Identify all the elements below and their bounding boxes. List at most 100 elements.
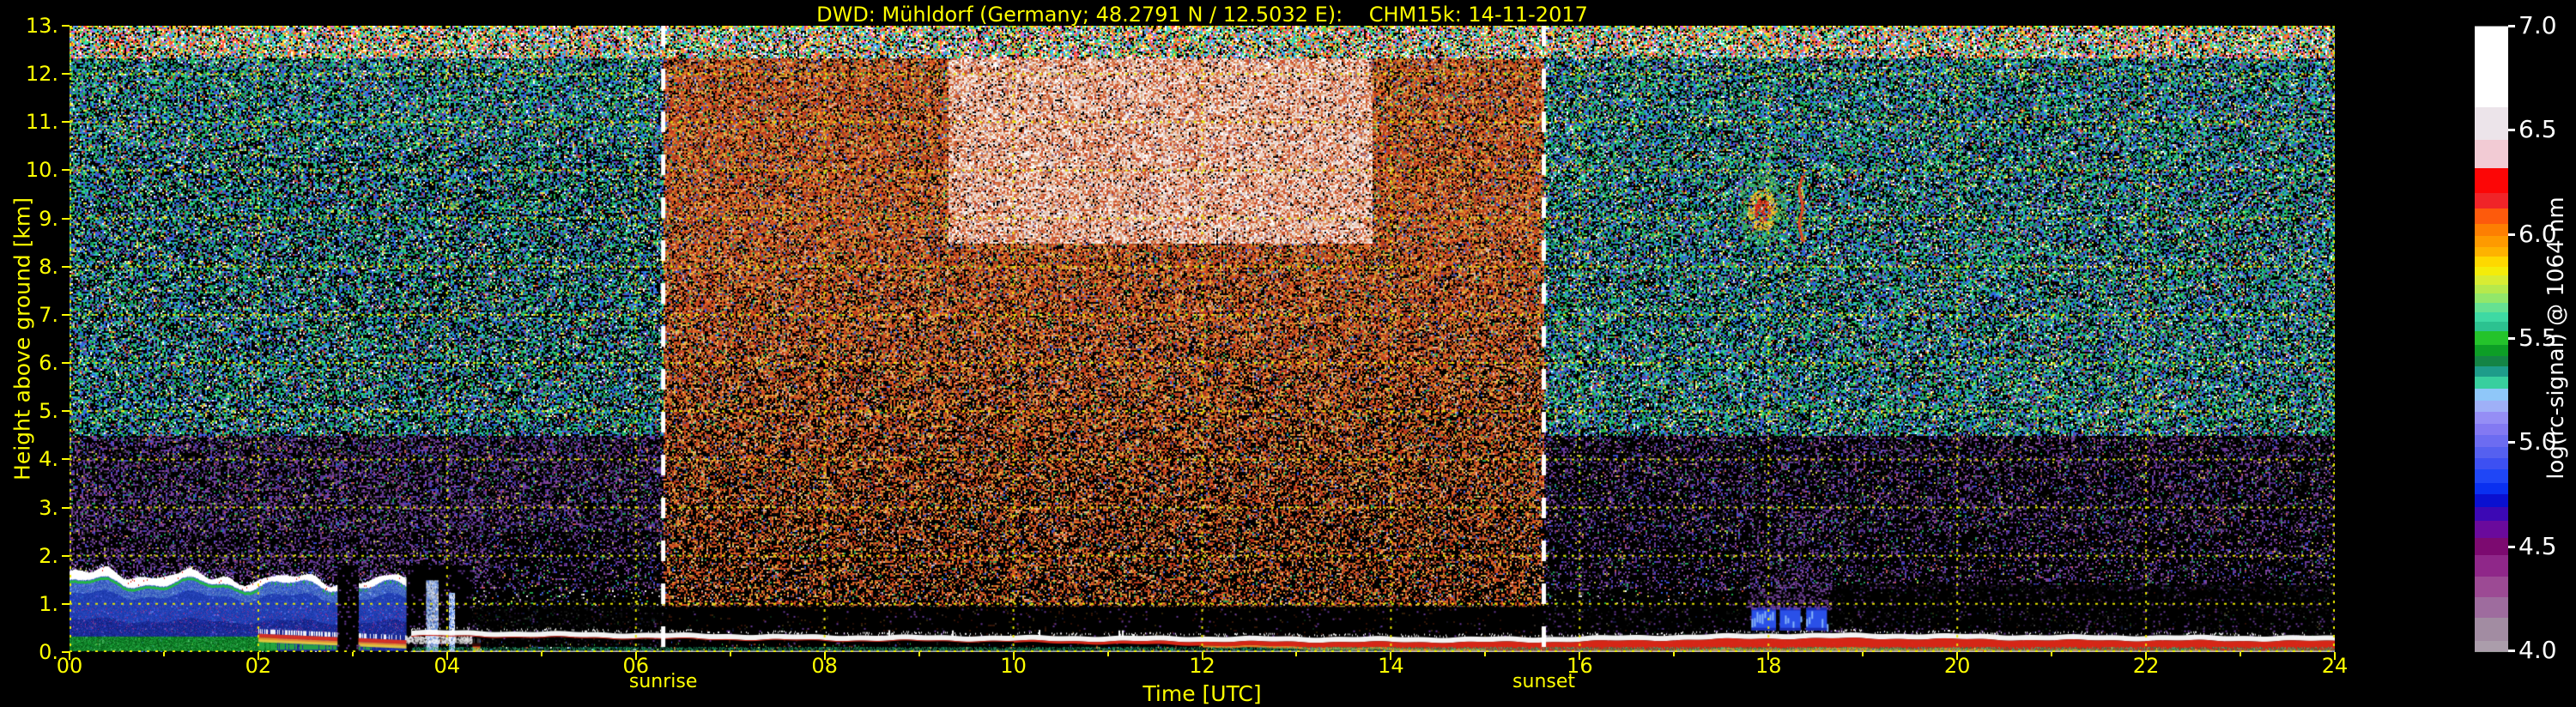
- x-minor-tickmark: [2051, 652, 2053, 656]
- x-tick-label: 10: [1000, 654, 1027, 678]
- colorbar-tick-label: 4.0: [2518, 636, 2557, 664]
- plot-title: DWD: Mühldorf (Germany; 48.2791 N / 12.5…: [816, 3, 1588, 27]
- colorbar-band: [2475, 293, 2508, 303]
- colorbar-band: [2475, 537, 2508, 556]
- y-tickmark: [62, 217, 70, 220]
- colorbar-tick-label: 4.5: [2518, 531, 2557, 560]
- colorbar-band: [2475, 388, 2508, 401]
- colorbar-band: [2475, 247, 2508, 257]
- y-tickmark: [62, 506, 70, 509]
- x-minor-tickmark: [729, 652, 731, 656]
- x-tick-label: 06: [622, 654, 650, 678]
- colorbar-band: [2475, 302, 2508, 313]
- colorbar-band: [2475, 400, 2508, 413]
- colorbar-tick-label: 6.5: [2518, 115, 2557, 144]
- x-tick-label: 00: [56, 654, 83, 678]
- x-minor-tickmark: [1862, 652, 1864, 656]
- colorbar-band: [2475, 576, 2508, 597]
- colorbar-band: [2475, 377, 2508, 389]
- x-minor-tickmark: [351, 652, 354, 656]
- colorbar-band: [2475, 235, 2508, 248]
- ceilometer-quicklook-page: { "window": {"width": 3001, "height": 82…: [0, 0, 2576, 707]
- x-axis-label: Time [UTC]: [1143, 681, 1262, 706]
- colorbar-band: [2475, 168, 2508, 193]
- y-tick-label: 9.: [39, 206, 58, 231]
- colorbar-band: [2475, 640, 2508, 652]
- colorbar-band: [2475, 208, 2508, 224]
- colorbar-band: [2475, 223, 2508, 236]
- x-tick-label: 18: [1755, 654, 1782, 678]
- colorbar-tickmark: [2508, 650, 2515, 652]
- colorbar-label: log(rc-signal) @ 1064 nm: [2543, 196, 2569, 480]
- y-tick-label: 4.: [39, 447, 58, 472]
- colorbar-band: [2475, 493, 2508, 508]
- colorbar-tickmark: [2508, 441, 2515, 444]
- colorbar-band: [2475, 446, 2508, 458]
- x-tick-label: 16: [1567, 654, 1593, 678]
- colorbar-band: [2475, 596, 2508, 618]
- colorbar-band: [2475, 330, 2508, 345]
- y-tick-label: 6.: [39, 351, 58, 376]
- y-tick-label: 12.: [25, 62, 58, 87]
- colorbar-band: [2475, 344, 2508, 357]
- y-tick-label: 8.: [39, 254, 58, 279]
- y-tickmark: [62, 554, 70, 557]
- colorbar-tickmark: [2508, 233, 2515, 236]
- y-tickmark: [62, 313, 70, 316]
- x-minor-tickmark: [2240, 652, 2242, 656]
- colorbar-band: [2475, 106, 2508, 141]
- x-minor-tickmark: [1673, 652, 1676, 656]
- colorbar-band: [2475, 555, 2508, 577]
- x-minor-tickmark: [162, 652, 165, 656]
- colorbar-tickmark: [2508, 25, 2515, 27]
- x-tick-label: 12: [1189, 654, 1215, 678]
- y-tickmark: [62, 362, 70, 365]
- y-tick-label: 3.: [39, 495, 58, 520]
- y-tickmark: [62, 265, 70, 268]
- y-tick-label: 11.: [25, 110, 58, 135]
- y-tick-label: 5.: [39, 399, 58, 424]
- y-tick-label: 2.: [39, 543, 58, 568]
- x-minor-tickmark: [1106, 652, 1109, 656]
- x-minor-tickmark: [1295, 652, 1298, 656]
- colorbar-tickmark: [2508, 337, 2515, 340]
- colorbar-band: [2475, 457, 2508, 470]
- colorbar-band: [2475, 27, 2508, 107]
- x-minor-tickmark: [540, 652, 542, 656]
- colorbar-tickmark: [2508, 129, 2515, 132]
- colorbar-band: [2475, 256, 2508, 267]
- colorbar-band: [2475, 321, 2508, 331]
- colorbar-band: [2475, 285, 2508, 293]
- y-tickmark: [62, 410, 70, 413]
- colorbar-band: [2475, 521, 2508, 538]
- y-tick-label: 10.: [25, 158, 58, 183]
- colorbar: [2475, 26, 2508, 652]
- colorbar-band: [2475, 356, 2508, 366]
- colorbar-band: [2475, 140, 2508, 169]
- y-tickmark: [62, 25, 70, 27]
- y-tickmark: [62, 73, 70, 76]
- colorbar-band: [2475, 507, 2508, 522]
- colorbar-band: [2475, 435, 2508, 447]
- colorbar-band: [2475, 423, 2508, 436]
- y-tick-label: 7.: [39, 302, 58, 327]
- colorbar-band: [2475, 266, 2508, 276]
- y-tick-label: 1.: [39, 591, 58, 616]
- x-tick-label: 14: [1378, 654, 1404, 678]
- x-tick-label: 04: [433, 654, 461, 678]
- y-tickmark: [62, 458, 70, 461]
- colorbar-band: [2475, 482, 2508, 494]
- colorbar-tickmark: [2508, 545, 2515, 548]
- x-tick-label: 22: [2132, 654, 2160, 678]
- colorbar-tick-label: 7.0: [2518, 11, 2557, 39]
- x-tick-label: 24: [2321, 654, 2349, 678]
- colorbar-band: [2475, 192, 2508, 208]
- y-tickmark: [62, 602, 70, 605]
- x-tick-label: 20: [1943, 654, 1971, 678]
- colorbar-band: [2475, 412, 2508, 424]
- colorbar-band: [2475, 366, 2508, 378]
- y-tick-label: 13.: [25, 14, 58, 38]
- ceilometer-heatmap-canvas: [70, 26, 2335, 652]
- y-tickmark: [62, 169, 70, 172]
- colorbar-band: [2475, 469, 2508, 483]
